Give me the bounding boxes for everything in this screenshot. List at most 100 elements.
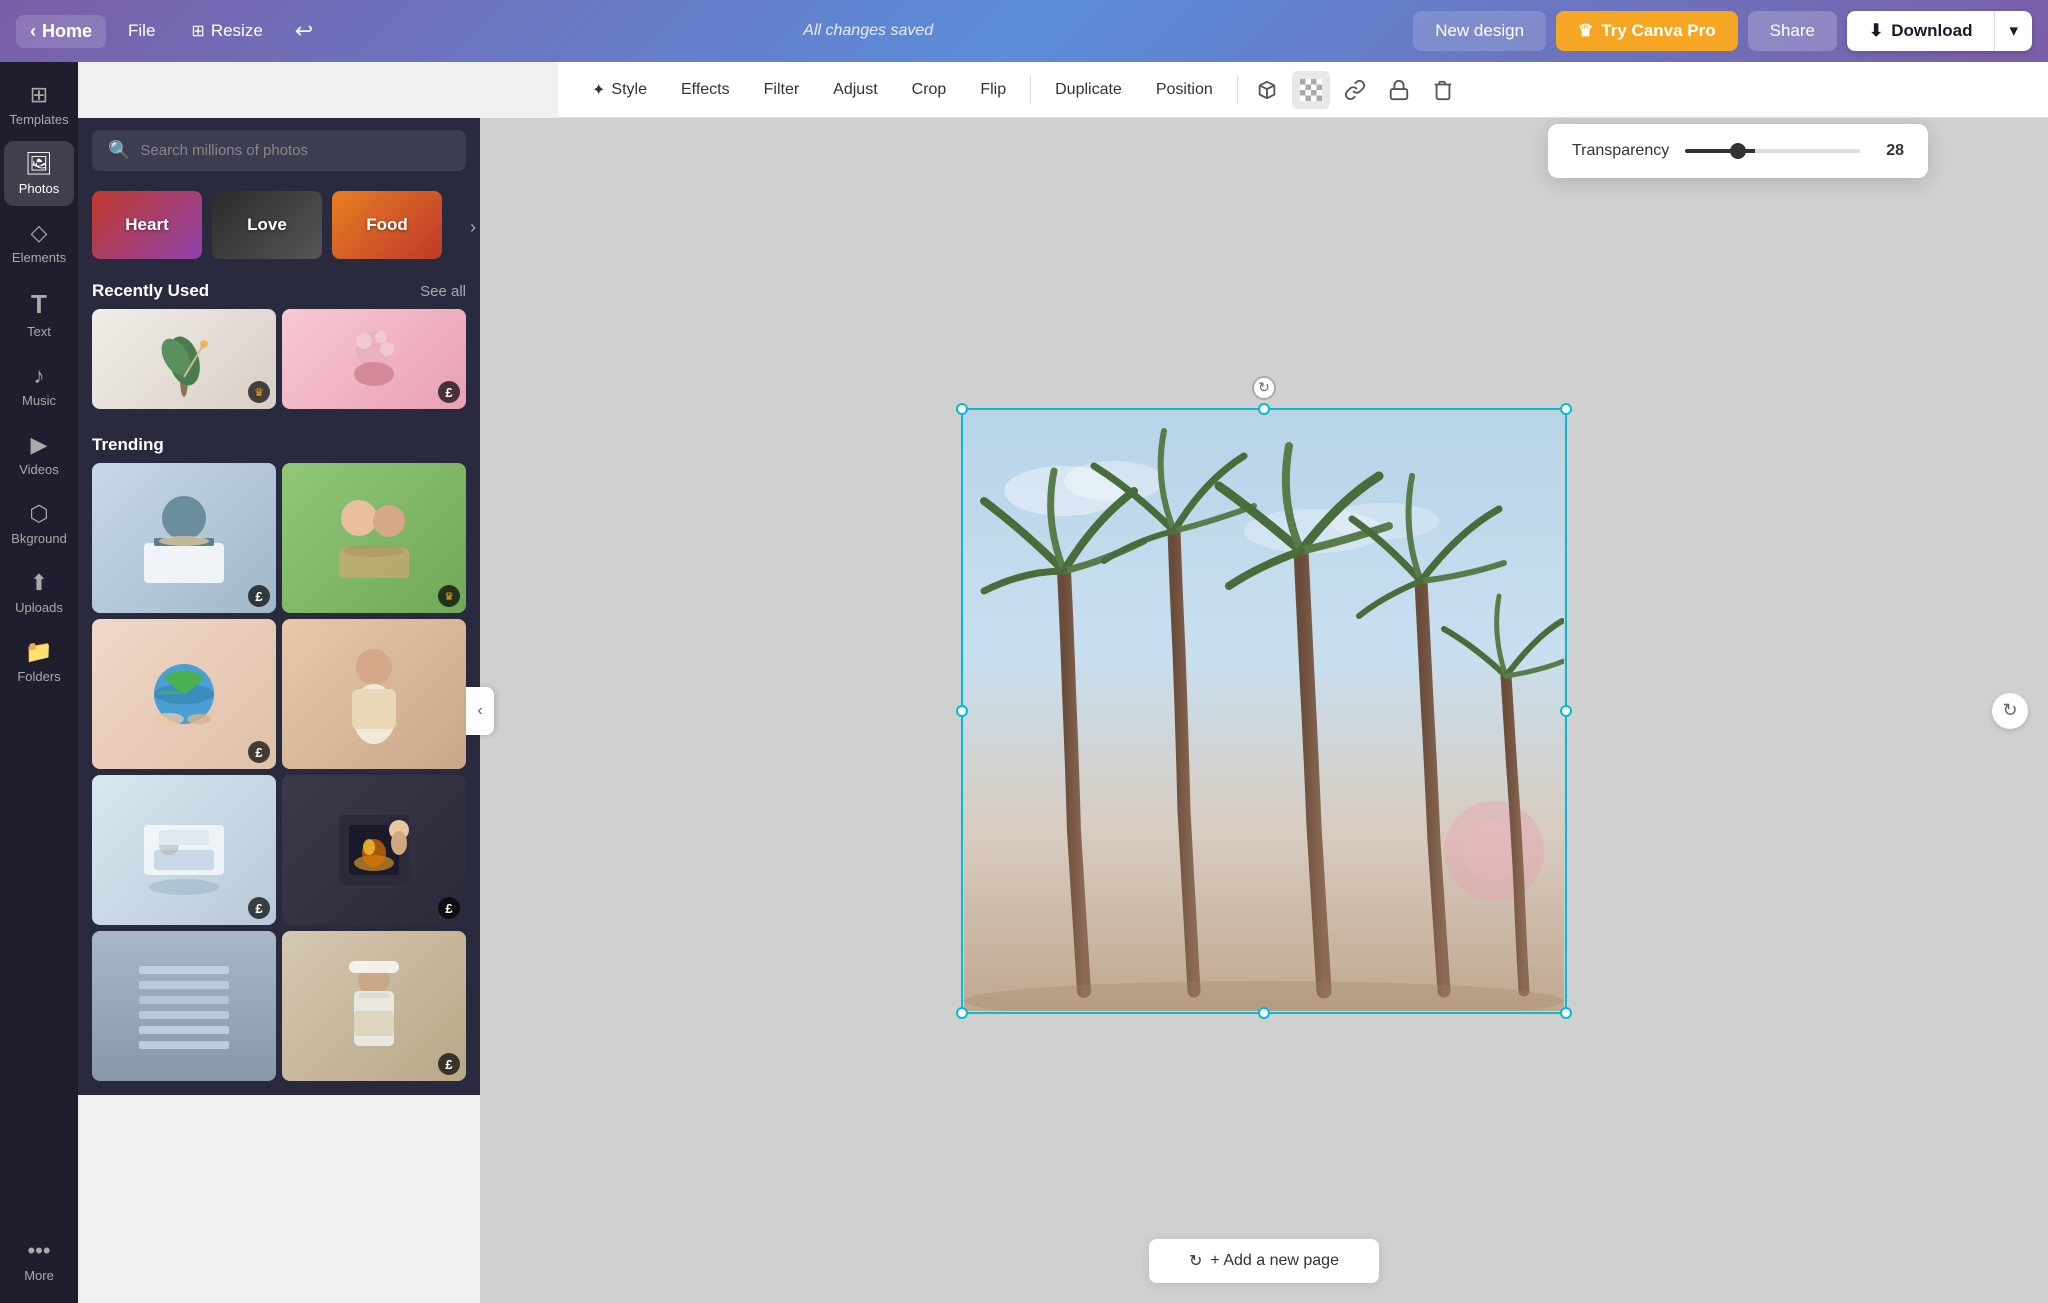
trending-photo-2[interactable]: ♛ bbox=[282, 463, 466, 613]
transparency-slider[interactable] bbox=[1685, 149, 1860, 153]
left-sidebar: ⊞ Templates 🖼 Photos ◇ Elements T Text ♪… bbox=[0, 62, 78, 1303]
canvas-image[interactable] bbox=[964, 411, 1564, 1011]
templates-icon: ⊞ bbox=[30, 82, 48, 108]
download-dropdown-button[interactable]: ▾ bbox=[1994, 11, 2032, 51]
transparency-label: Transparency bbox=[1572, 142, 1669, 160]
more-icon: ••• bbox=[27, 1238, 50, 1264]
main-canvas: ↻ ↻ + Add a new page ↻ bbox=[480, 118, 2048, 1303]
filter-button[interactable]: Filter bbox=[750, 73, 814, 107]
share-button[interactable]: Share bbox=[1748, 11, 1837, 51]
trending-photo-1[interactable]: £ bbox=[92, 463, 276, 613]
sidebar-templates-label: Templates bbox=[9, 112, 68, 127]
adjust-label: Adjust bbox=[833, 81, 877, 99]
transparency-popup: Transparency 28 bbox=[1548, 124, 1928, 178]
category-scroll: Heart Love Food bbox=[78, 183, 480, 271]
trending-photo-6[interactable]: £ bbox=[282, 775, 466, 925]
recently-used-grid: ♛ bbox=[78, 309, 480, 425]
resize-label: Resize bbox=[211, 21, 263, 41]
effects-button[interactable]: Effects bbox=[667, 73, 744, 107]
sidebar-item-music[interactable]: ♪ Music bbox=[4, 353, 74, 418]
new-design-button[interactable]: New design bbox=[1413, 11, 1546, 51]
style-icon: ✦ bbox=[592, 80, 605, 100]
try-pro-button[interactable]: ♛ Try Canva Pro bbox=[1556, 11, 1738, 51]
resize-icon: ⊞ bbox=[191, 21, 204, 41]
undo-button[interactable]: ↩ bbox=[285, 12, 323, 50]
file-button[interactable]: File bbox=[114, 15, 169, 47]
resize-button[interactable]: ⊞ Resize bbox=[177, 15, 276, 47]
elements-icon: ◇ bbox=[31, 220, 48, 246]
hide-panel-button[interactable]: ‹ bbox=[466, 687, 494, 735]
sidebar-item-folders[interactable]: 📁 Folders bbox=[4, 629, 74, 694]
right-rotate-button[interactable]: ↻ bbox=[1992, 693, 2028, 729]
category-chip-love[interactable]: Love bbox=[212, 191, 322, 259]
search-input[interactable] bbox=[140, 142, 450, 159]
sidebar-item-text[interactable]: T Text bbox=[4, 279, 74, 349]
heart-chip-label: Heart bbox=[125, 215, 168, 235]
filter-label: Filter bbox=[764, 81, 800, 99]
lock-icon-button[interactable] bbox=[1380, 71, 1418, 109]
download-label: Download bbox=[1891, 21, 1972, 41]
sidebar-item-photos[interactable]: 🖼 Photos bbox=[4, 141, 74, 206]
recently-photo-2[interactable]: £ bbox=[282, 309, 466, 409]
sidebar-more-label: More bbox=[24, 1268, 54, 1283]
search-container: 🔍 bbox=[78, 118, 480, 183]
food-chip-bg: Food bbox=[332, 191, 442, 259]
link-icon-button[interactable] bbox=[1336, 71, 1374, 109]
add-page-icon: ↻ bbox=[1189, 1251, 1202, 1271]
text-icon: T bbox=[31, 289, 47, 320]
adjust-button[interactable]: Adjust bbox=[819, 73, 891, 107]
duplicate-label: Duplicate bbox=[1055, 81, 1122, 99]
sidebar-item-more[interactable]: ••• More bbox=[4, 1228, 74, 1293]
see-all-button[interactable]: See all bbox=[420, 283, 466, 300]
flip-button[interactable]: Flip bbox=[966, 73, 1020, 107]
crop-label: Crop bbox=[912, 81, 947, 99]
trending-grid: £ ♛ bbox=[78, 463, 480, 1095]
rotate-handle[interactable]: ↻ bbox=[1252, 376, 1276, 400]
heart-chip-bg: Heart bbox=[92, 191, 202, 259]
trending-photo-8[interactable]: £ bbox=[282, 931, 466, 1081]
crop-button[interactable]: Crop bbox=[898, 73, 961, 107]
secondary-toolbar: ✦ Style Effects Filter Adjust Crop Flip … bbox=[558, 62, 2048, 118]
add-page-label: + Add a new page bbox=[1210, 1252, 1339, 1270]
add-page-button[interactable]: ↻ + Add a new page bbox=[1149, 1239, 1379, 1283]
trending-photo-3[interactable]: £ bbox=[92, 619, 276, 769]
saved-status: All changes saved bbox=[331, 22, 1405, 40]
sidebar-folders-label: Folders bbox=[17, 669, 60, 684]
sidebar-item-elements[interactable]: ◇ Elements bbox=[4, 210, 74, 275]
pro-badge-1: ♛ bbox=[248, 381, 270, 403]
try-pro-label: Try Canva Pro bbox=[1601, 21, 1715, 41]
category-chip-heart[interactable]: Heart bbox=[92, 191, 202, 259]
pound-badge-t5: £ bbox=[248, 897, 270, 919]
app-body: ⊞ Templates 🖼 Photos ◇ Elements T Text ♪… bbox=[0, 62, 2048, 1303]
flip-label: Flip bbox=[980, 81, 1006, 99]
nav-right-group: New design ♛ Try Canva Pro Share ⬇ Downl… bbox=[1413, 11, 2032, 51]
position-button[interactable]: Position bbox=[1142, 73, 1227, 107]
music-icon: ♪ bbox=[34, 363, 45, 389]
trending-photo-7[interactable] bbox=[92, 931, 276, 1081]
sidebar-item-videos[interactable]: ▶ Videos bbox=[4, 422, 74, 487]
download-button[interactable]: ⬇ Download bbox=[1847, 11, 1994, 51]
style-button[interactable]: ✦ Style bbox=[578, 72, 661, 108]
recently-photo-1[interactable]: ♛ bbox=[92, 309, 276, 409]
paint-icon-button[interactable] bbox=[1248, 71, 1286, 109]
trending-photo-5[interactable]: £ bbox=[92, 775, 276, 925]
background-icon: ⬡ bbox=[29, 501, 48, 527]
canvas-frame[interactable]: ↻ bbox=[964, 411, 1564, 1011]
sidebar-item-background[interactable]: ⬡ Bkground bbox=[4, 491, 74, 556]
scroll-right-arrow[interactable]: › bbox=[450, 183, 480, 271]
recently-used-header: Recently Used See all bbox=[78, 271, 480, 309]
home-button[interactable]: ‹ Home bbox=[16, 15, 106, 48]
download-icon: ⬇ bbox=[1869, 21, 1883, 41]
trending-photo-4[interactable] bbox=[282, 619, 466, 769]
sidebar-item-templates[interactable]: ⊞ Templates bbox=[4, 72, 74, 137]
sidebar-item-uploads[interactable]: ⬆ Uploads bbox=[4, 560, 74, 625]
sidebar-videos-label: Videos bbox=[19, 462, 59, 477]
delete-icon-button[interactable] bbox=[1424, 71, 1462, 109]
category-chip-food[interactable]: Food bbox=[332, 191, 442, 259]
pro-badge-t2: ♛ bbox=[438, 585, 460, 607]
canvas-area[interactable]: ↻ bbox=[480, 118, 2048, 1303]
checkerboard-icon-button[interactable] bbox=[1292, 71, 1330, 109]
search-bar: 🔍 bbox=[92, 130, 466, 171]
photos-panel-wrapper: 🔍 Heart bbox=[78, 118, 480, 1303]
duplicate-button[interactable]: Duplicate bbox=[1041, 73, 1136, 107]
